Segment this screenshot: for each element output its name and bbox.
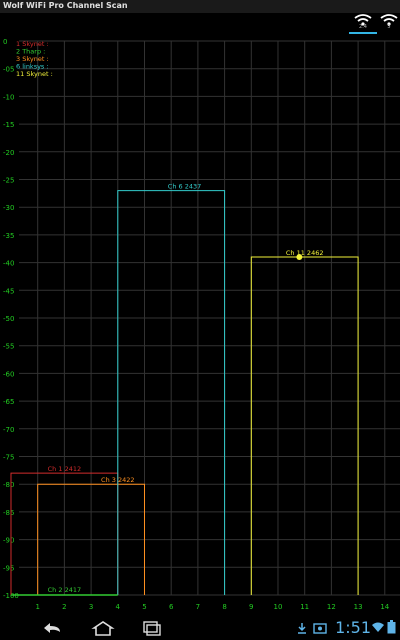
title-bar: Wolf WiFi Pro Channel Scan [0, 0, 400, 14]
y-tick-label: -05 [3, 66, 14, 74]
y-tick-label: -80 [3, 481, 14, 489]
y-tick-label: -40 [3, 260, 14, 268]
back-icon[interactable] [38, 619, 66, 637]
battery-icon [387, 620, 396, 634]
y-tick-label: -15 [3, 121, 14, 129]
legend-entry: 11 Skynet : [16, 70, 53, 78]
channel-label: Ch 6 2437 [168, 183, 201, 191]
x-tick-label: 3 [89, 603, 93, 611]
x-tick-label: 11 [300, 603, 309, 611]
wifi-status-icon [372, 622, 384, 632]
x-tick-label: 10 [274, 603, 283, 611]
x-tick-label: 9 [249, 603, 253, 611]
x-tick-label: 4 [116, 603, 121, 611]
band-5ghz-button[interactable]: 5 [375, 13, 400, 32]
channel-label: Ch 11 2462 [286, 249, 324, 257]
clock: 1:51 [335, 618, 371, 637]
y-tick-label: -25 [3, 177, 14, 185]
y-tick-label: -70 [3, 426, 14, 434]
channel-label: Ch 3 2422 [101, 476, 134, 484]
x-tick-label: 8 [222, 603, 226, 611]
y-tick-label: -10 [3, 93, 14, 101]
y-tick-label: -30 [3, 204, 14, 212]
channel-label: Ch 2 2417 [48, 586, 81, 594]
x-tick-label: 6 [169, 603, 174, 611]
y-tick-label: -55 [3, 343, 14, 351]
home-icon[interactable] [89, 619, 117, 637]
system-nav-bar: 1:51 [0, 616, 400, 640]
recent-apps-icon[interactable] [138, 619, 166, 637]
app-title: Wolf WiFi Pro Channel Scan [3, 1, 128, 10]
x-tick-label: 1 [35, 603, 39, 611]
x-tick-label: 14 [380, 603, 389, 611]
download-icon [298, 623, 306, 634]
band-5-label: 5 [387, 24, 391, 30]
y-tick-label: -35 [3, 232, 14, 240]
y-tick-label: -20 [3, 149, 14, 157]
x-tick-label: 13 [354, 603, 363, 611]
y-tick-label: -60 [3, 370, 14, 378]
x-tick-label: 12 [327, 603, 336, 611]
toolbar: 2.4 5 [0, 13, 400, 34]
channel-chart: 0 -05 -10 -15 -20 -25 -30 -35 -40 -45 -50 -55 -60 -65… [3, 38, 400, 611]
screenshot-icon [313, 623, 327, 634]
x-tick-label: 2 [62, 603, 66, 611]
y-tick-label: 0 [3, 38, 7, 46]
y-tick-label: -95 [3, 564, 14, 572]
y-tick-label: -65 [3, 398, 14, 406]
x-tick-label: 7 [196, 603, 200, 611]
x-tick-label: 5 [142, 603, 146, 611]
y-tick-label: -90 [3, 537, 14, 545]
y-tick-label: -85 [3, 509, 14, 517]
band-2-4ghz-button[interactable]: 2.4 [349, 13, 377, 34]
y-tick-label: -75 [3, 454, 14, 462]
y-tick-label: -45 [3, 287, 14, 295]
y-tick-label: -50 [3, 315, 14, 323]
band-2-4-label: 2.4 [359, 24, 367, 30]
selected-marker [296, 254, 303, 261]
channel-label: Ch 1 2412 [48, 465, 81, 473]
